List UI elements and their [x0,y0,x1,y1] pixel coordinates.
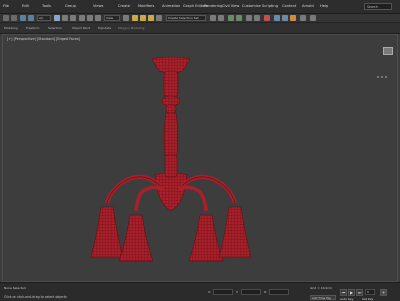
selection-status: None Selected [4,286,26,290]
reference-coordinate-dropdown[interactable]: View [104,15,120,21]
link-icon[interactable] [20,15,26,21]
menu-civil-view[interactable]: Civil View [222,0,239,13]
shade-3 [188,214,224,262]
grid-status: Grid = 10,0cm [310,286,332,290]
tab-selection[interactable]: Selection [48,23,62,33]
material-editor-icon[interactable] [264,15,270,21]
mirror-icon[interactable] [210,15,216,21]
curve-editor-icon[interactable] [246,15,252,21]
ribbon-toggle-icon[interactable] [236,15,242,21]
x-label: X: [208,290,212,294]
rotate-icon[interactable] [87,15,93,21]
render-icon[interactable] [290,15,296,21]
shade-2 [118,214,154,262]
central-bowl [154,172,188,212]
auto-key-button[interactable]: Auto Key [340,297,353,301]
unlink-icon[interactable] [28,15,34,21]
tab-modeling[interactable]: Modeling [4,23,18,33]
arm-outer-left [105,174,161,204]
pivot-icon[interactable] [123,15,129,21]
menu-group[interactable]: Group [65,0,76,13]
menu-customize[interactable]: Customize [242,0,261,13]
select-by-name-icon[interactable] [62,15,68,21]
menu-animation[interactable]: Animation [162,0,180,13]
menu-tools[interactable]: Tools [42,0,51,13]
status-bar: None Selected Click or click-and-drag to… [0,282,400,301]
spinner-snap-icon[interactable] [156,15,162,21]
scale-icon[interactable] [95,15,101,21]
upper-knot [161,95,181,107]
tab-populate[interactable]: Populate [98,23,111,33]
a360-icon[interactable] [310,15,316,21]
layer-explorer-icon[interactable] [228,15,234,21]
add-time-tag-button[interactable]: Add Time Tag [310,295,336,300]
menu-create[interactable]: Create [118,0,130,13]
menu-scripting[interactable]: Scripting [262,0,278,13]
angle-snap-icon[interactable] [140,15,146,21]
selection-filter-dropdown[interactable]: All [37,15,51,21]
menu-content[interactable]: Content [282,0,296,13]
main-toolbar: All View Create Selection Set [0,14,400,23]
percent-snap-icon[interactable] [148,15,154,21]
tab-freeform[interactable]: Freeform [26,23,39,33]
play-icon[interactable]: ▶ [348,289,355,296]
knot-link [165,104,177,114]
schematic-view-icon[interactable] [254,15,260,21]
redo-icon[interactable] [11,15,17,21]
upper-stem [163,70,179,98]
align-icon[interactable] [218,15,224,21]
move-icon[interactable] [79,15,85,21]
menu-arnold[interactable]: Arnold [302,0,314,13]
rendered-frame-icon[interactable] [282,15,288,21]
render-setup-icon[interactable] [274,15,280,21]
menu-help[interactable]: Help [320,0,328,13]
menu-file[interactable]: File [3,0,9,13]
undo-icon[interactable] [3,15,9,21]
shade-4 [218,206,252,258]
ribbon-sub-label: Polygon Modeling [118,26,145,30]
render-cloud-icon[interactable] [300,15,306,21]
menu-modifiers[interactable]: Modifiers [138,0,154,13]
set-key-button[interactable]: Set Key [362,297,373,301]
tab-object-paint[interactable]: Object Paint [72,23,90,33]
rect-selection-icon[interactable] [70,15,76,21]
chandelier-model[interactable] [3,35,399,283]
named-selection-dropdown[interactable]: Create Selection Set [166,15,206,21]
z-label: Z: [264,290,268,294]
key-mode-icon[interactable]: + [380,289,387,296]
perspective-viewport[interactable]: [+] [Perspective] [Standard] [Edged Face… [2,34,398,282]
x-coordinate-field[interactable] [213,289,233,295]
y-coordinate-field[interactable] [241,289,261,295]
go-to-end-icon[interactable]: ⏭ [356,289,363,296]
bowl-neck [164,154,178,178]
status-message: Click or click-and-drag to select object… [4,295,67,299]
y-label: Y: [236,290,239,294]
snap-toggle-icon[interactable] [132,15,138,21]
ribbon: Modeling Freeform Selection Object Paint… [0,23,400,34]
canopy-cup [151,56,191,74]
arm-outer-right [181,174,237,204]
go-to-start-icon[interactable]: ⏮ [340,289,347,296]
shade-1 [90,206,124,258]
select-object-icon[interactable] [54,15,60,21]
search-input[interactable]: Search [364,3,392,10]
menu-bar: File Edit Tools Group Views Create Modif… [0,0,400,14]
menu-views[interactable]: Views [93,0,103,13]
current-frame-field[interactable]: 0 [365,289,375,295]
lower-stem [163,112,179,156]
menu-rendering[interactable]: Rendering [204,0,222,13]
z-coordinate-field[interactable] [269,289,289,295]
menu-edit[interactable]: Edit [22,0,29,13]
